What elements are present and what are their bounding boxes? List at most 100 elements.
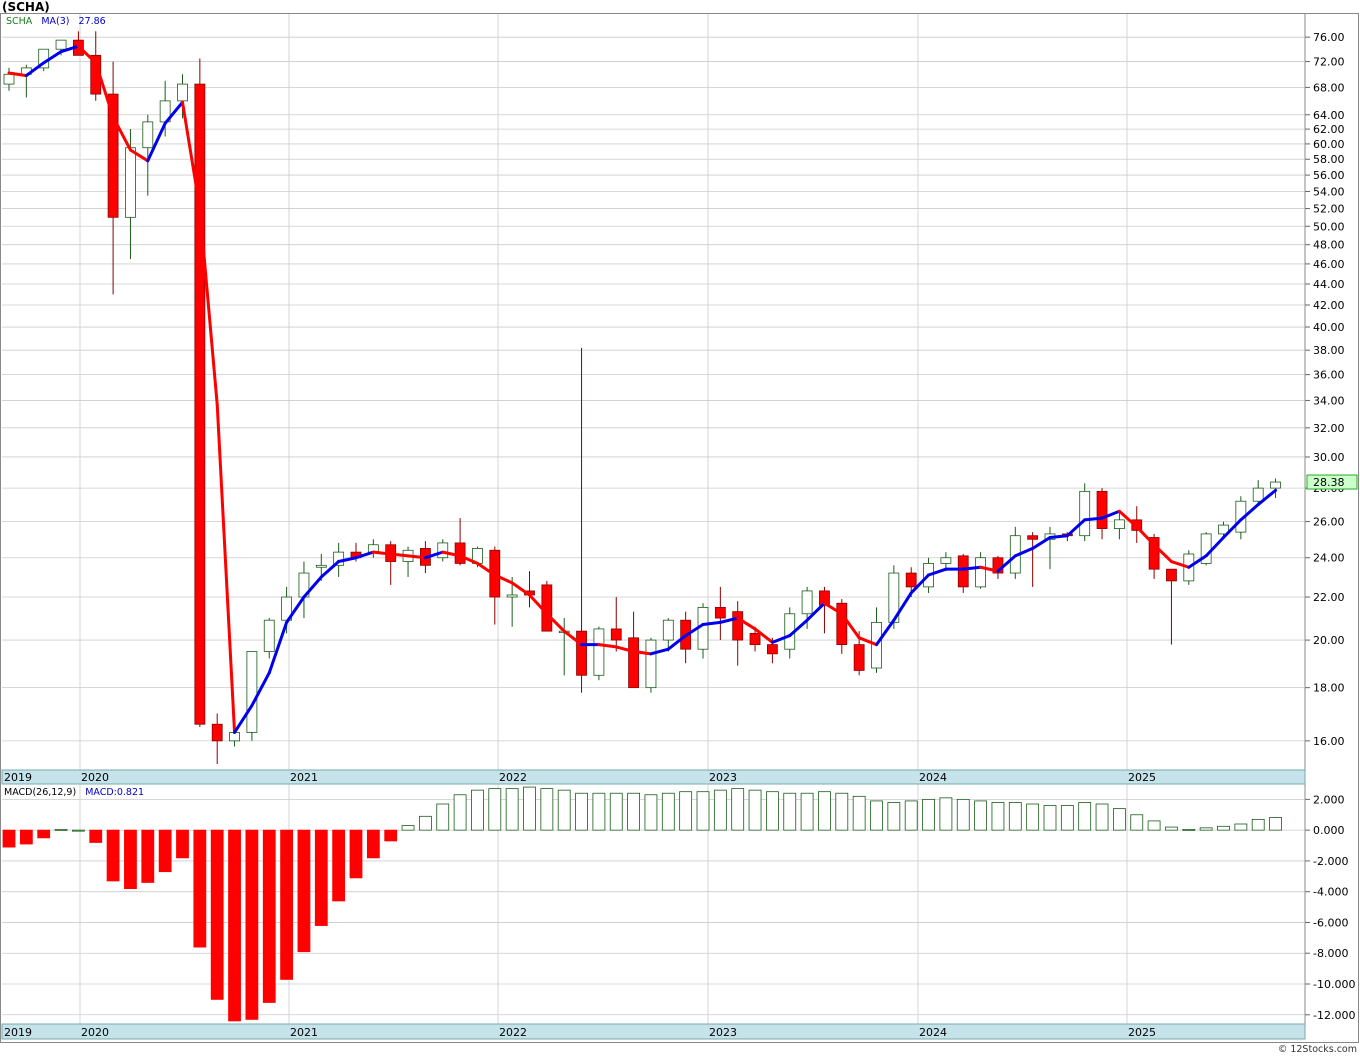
macd-bar	[349, 829, 363, 879]
macd-bar	[1165, 826, 1178, 831]
macd-bar	[2, 829, 16, 848]
macd-tick-label: -6.000	[1313, 916, 1348, 929]
macd-bar	[228, 829, 241, 1022]
macd-bar	[384, 829, 398, 842]
macd-bar	[314, 829, 328, 926]
macd-bar	[262, 829, 276, 1003]
macd-bar	[124, 829, 137, 890]
macd-bar	[609, 792, 623, 831]
macd-bar	[835, 792, 849, 831]
macd-bar	[72, 829, 85, 832]
macd-x-axis-year-label: 2022	[499, 1026, 527, 1039]
macd-bar	[1043, 805, 1057, 831]
candle-body	[593, 628, 605, 676]
price-tick-label: 44.00	[1313, 278, 1345, 291]
macd-bar	[679, 791, 693, 831]
chart-title: (SCHA)	[2, 0, 50, 14]
macd-bar	[106, 829, 120, 882]
macd-bar	[418, 815, 432, 831]
candle-body	[836, 602, 848, 646]
macd-bar	[974, 800, 987, 831]
candle-body	[211, 723, 223, 742]
macd-bar	[766, 791, 779, 831]
macd-bar	[922, 798, 935, 831]
legend-symbol: SCHA	[6, 16, 33, 27]
macd-bar	[176, 829, 189, 859]
candle-body	[142, 121, 154, 149]
ma-segment	[1083, 516, 1104, 522]
price-x-axis-year-label: 2022	[499, 771, 527, 784]
candle-body	[315, 564, 327, 568]
price-tick-label: 26.00	[1313, 516, 1345, 529]
macd-bar	[193, 829, 207, 948]
candle-body	[1096, 490, 1108, 529]
macd-bar	[1199, 827, 1213, 831]
macd-x-axis-year-label: 2025	[1128, 1026, 1156, 1039]
macd-bar	[904, 800, 918, 831]
ma-segment	[961, 565, 983, 571]
price-tick-label: 60.00	[1313, 138, 1345, 151]
macd-bar	[332, 829, 346, 902]
macd-bar	[644, 794, 658, 831]
candle-body	[1027, 535, 1039, 540]
price-tick-label: 76.00	[1313, 31, 1345, 44]
macd-bar	[1269, 817, 1282, 831]
macd-x-axis-year-label: 2020	[81, 1026, 109, 1039]
macd-bar	[748, 789, 762, 831]
macd-tick-label: -2.000	[1313, 855, 1348, 868]
candle-body	[55, 39, 67, 50]
candle-body	[767, 644, 778, 655]
macd-bar	[991, 802, 1005, 831]
macd-bar	[1078, 802, 1092, 831]
macd-bar	[1251, 818, 1265, 831]
macd-tick-label: -10.000	[1313, 978, 1355, 991]
candle-body	[576, 630, 587, 676]
price-tick-label: 24.00	[1313, 552, 1345, 565]
price-tick-label: 38.00	[1313, 344, 1345, 357]
macd-bar	[627, 792, 640, 831]
macd-bar	[505, 788, 519, 831]
candle-body	[246, 651, 258, 733]
macd-bar	[592, 792, 606, 831]
candle-body	[732, 611, 744, 641]
footer-copyright: © 12Stocks.com	[1277, 1044, 1357, 1055]
price-tick-label: 32.00	[1313, 422, 1345, 435]
macd-label: MACD(26,12,9)	[4, 787, 77, 798]
macd-bar	[1234, 823, 1248, 831]
macd-bar	[1008, 802, 1022, 831]
macd-bar	[1147, 820, 1161, 831]
macd-bar	[89, 829, 103, 843]
ma-segment	[1048, 534, 1069, 539]
candle-body	[454, 542, 466, 564]
macd-bar	[158, 829, 172, 873]
legend-ma-label: MA(3)	[41, 16, 70, 27]
macd-bar	[366, 829, 380, 859]
macd-bar	[453, 794, 467, 831]
price-x-axis-band	[1, 769, 1306, 785]
price-x-axis-year-label: 2024	[919, 771, 947, 784]
macd-tick-label: 2.000	[1313, 793, 1345, 806]
macd-tick-label: -12.000	[1313, 1009, 1355, 1022]
macd-x-axis-year-label: 2021	[290, 1026, 318, 1039]
macd-x-axis-year-label: 2024	[919, 1026, 947, 1039]
price-tick-label: 56.00	[1313, 169, 1345, 182]
ma-segment	[406, 554, 427, 560]
macd-bar	[54, 828, 68, 831]
macd-bar	[1060, 805, 1074, 831]
macd-tick-label: -8.000	[1313, 947, 1348, 960]
candle-body	[3, 73, 15, 85]
candle-body	[975, 557, 986, 588]
candle-body	[940, 557, 952, 564]
macd-bar	[575, 792, 588, 831]
candle-body	[662, 619, 674, 641]
macd-bar	[1182, 828, 1196, 831]
price-tick-label: 30.00	[1313, 451, 1345, 464]
macd-bar	[540, 788, 554, 831]
macd-bar	[956, 798, 970, 831]
price-tick-label: 18.00	[1313, 682, 1345, 695]
candle-body	[1252, 487, 1264, 502]
candle-body	[801, 590, 813, 615]
candle-body	[628, 637, 639, 689]
candle-body	[125, 147, 136, 218]
macd-tick-label: -4.000	[1313, 886, 1348, 899]
